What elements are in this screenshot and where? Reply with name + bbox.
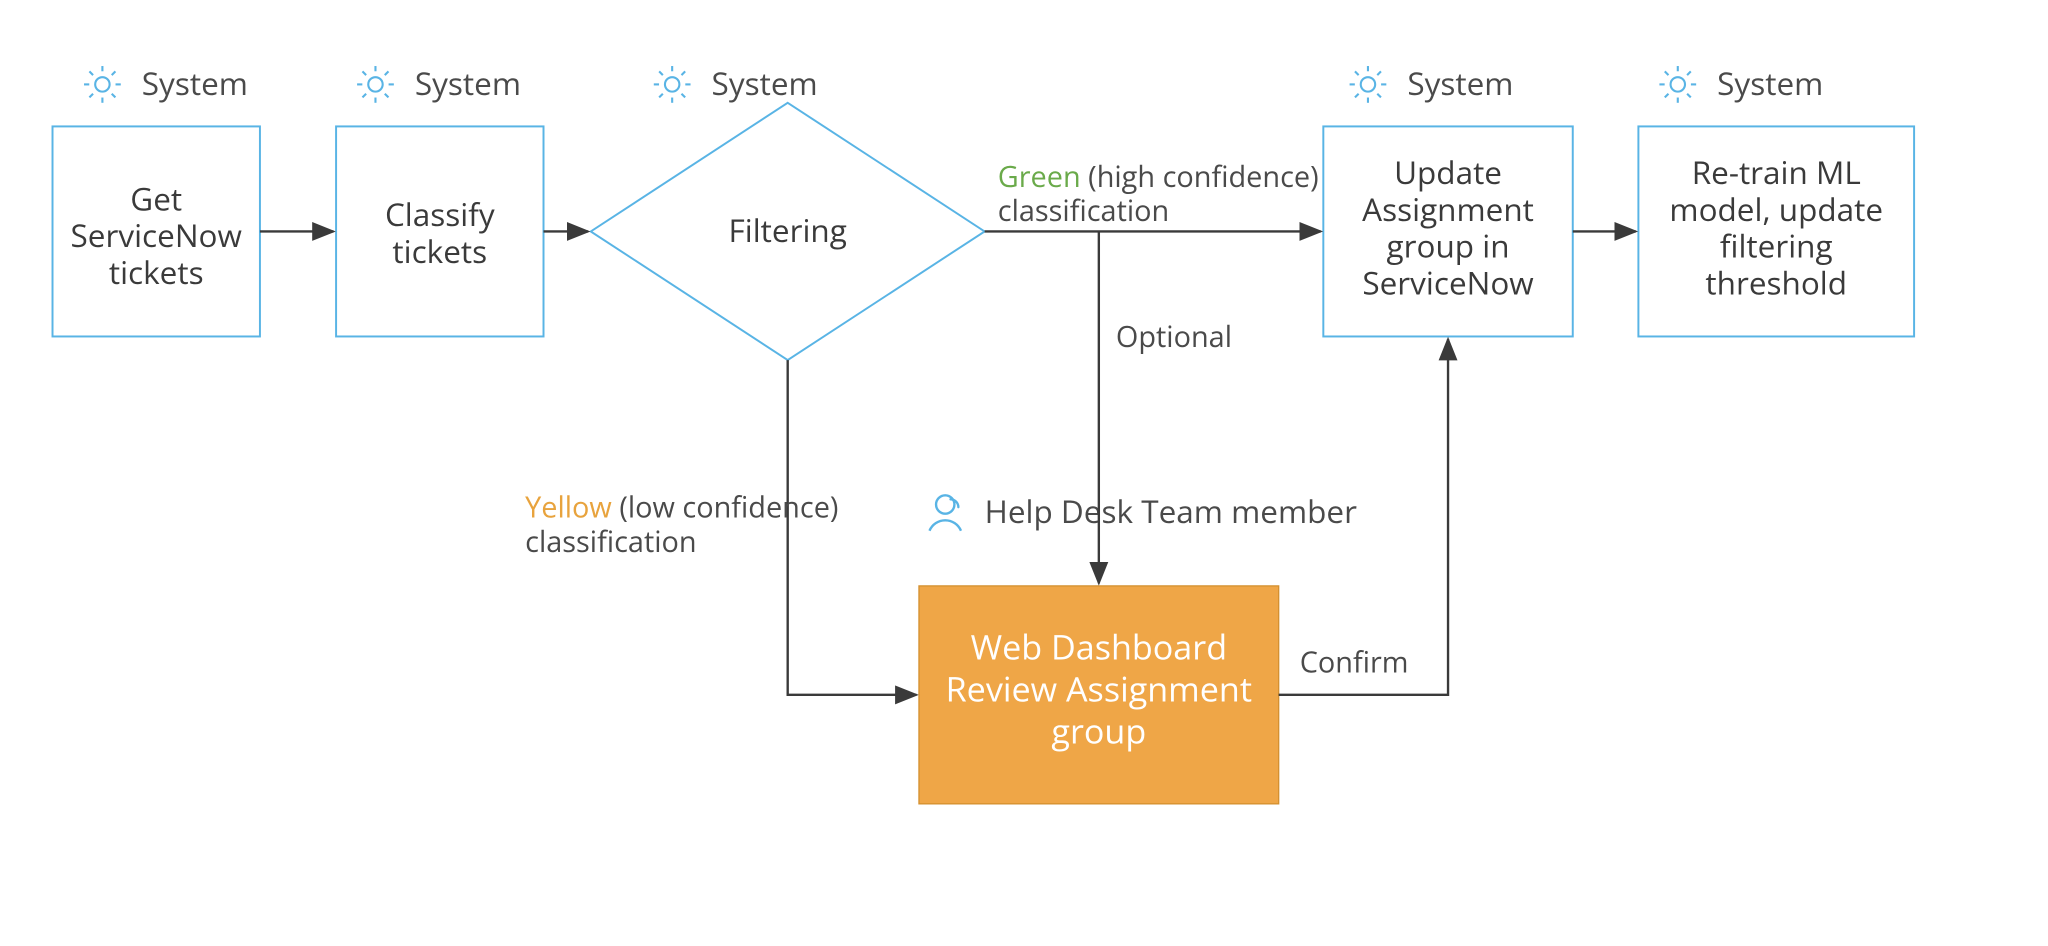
flow-diagram: System System System System System Help … [0,0,2048,946]
confirm-label: Confirm [1300,643,1409,682]
optional-label: Optional [1116,317,1232,356]
node-classify: Classify tickets [336,126,543,336]
svg-text:Filtering: Filtering [729,209,847,252]
header-get-tickets: System [84,62,248,105]
svg-text:ServiceNow: ServiceNow [1362,261,1534,304]
yellow-label-line2: classification [525,522,697,561]
node-retrain: Re-train ML model, update filtering thre… [1638,126,1914,336]
gear-icon [1350,66,1387,103]
header-filtering: System [654,62,818,105]
svg-text:tickets: tickets [109,251,204,294]
header-retrain: System [1659,62,1823,105]
node-dashboard: Web Dashboard Review Assignment group [919,586,1279,804]
header-helpdesk: Help Desk Team member [929,490,1357,533]
node-filtering: Filtering [591,103,985,360]
gear-icon [1659,66,1696,103]
svg-text:Review Assignment: Review Assignment [946,665,1252,711]
header-label: System [415,62,521,105]
header-label: Help Desk Team member [985,490,1357,533]
person-icon [929,495,961,530]
header-classify: System [357,62,521,105]
header-label: System [1717,62,1823,105]
header-label: System [1407,62,1513,105]
header-label: System [142,62,248,105]
svg-text:Web Dashboard: Web Dashboard [971,623,1228,669]
svg-text:threshold: threshold [1705,261,1847,304]
svg-text:tickets: tickets [392,230,487,273]
gear-icon [84,66,121,103]
green-label-line2: classification [998,191,1170,230]
gear-icon [357,66,394,103]
edge-filtering-dashboard [788,360,917,695]
gear-icon [654,66,691,103]
header-update: System [1350,62,1514,105]
svg-text:group: group [1051,707,1146,753]
header-label: System [712,62,818,105]
node-update: Update Assignment group in ServiceNow [1323,126,1572,336]
node-get-tickets: Get ServiceNow tickets [53,126,260,336]
